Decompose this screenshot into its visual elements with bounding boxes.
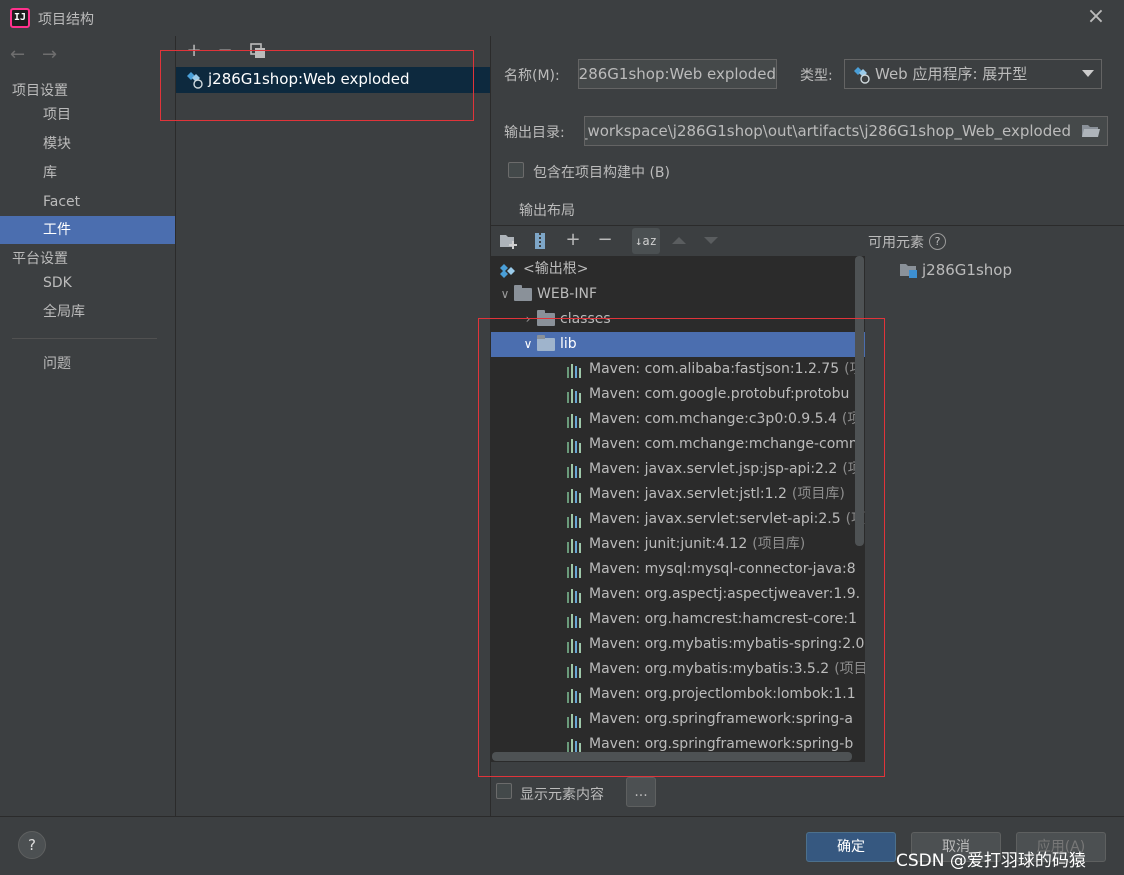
tab-divider — [491, 225, 1124, 226]
highlight-box-artifact — [160, 50, 474, 121]
archive-icon[interactable] — [533, 232, 547, 250]
forward-arrow-icon[interactable]: → — [42, 44, 57, 65]
nav-divider — [12, 338, 157, 339]
folder-icon — [514, 284, 532, 301]
name-input[interactable]: j286G1shop:Web exploded — [578, 59, 777, 89]
ok-button[interactable]: 确定 — [806, 832, 896, 862]
move-up-icon[interactable] — [672, 237, 686, 244]
include-in-build-checkbox[interactable] — [508, 162, 524, 178]
nav-section-platform-settings: 平台设置 — [12, 251, 68, 267]
tree-webinf-label: WEB-INF — [537, 286, 597, 302]
nav-item-global-libraries[interactable]: 全局库 — [0, 298, 175, 326]
chevron-down-icon[interactable] — [1082, 70, 1094, 77]
tree-root-row[interactable]: <输出根> — [491, 257, 865, 282]
nav-item-problems[interactable]: 问题 — [0, 350, 175, 378]
available-elements-label: 可用元素 — [868, 235, 924, 251]
available-module-item[interactable]: j286G1shop — [922, 261, 1012, 279]
output-dir-value: _workspace\j286G1shop\out\artifacts\j286… — [584, 122, 1071, 140]
show-content-checkbox[interactable] — [496, 783, 512, 799]
app-icon: IJ — [10, 8, 30, 28]
module-folder-icon — [900, 262, 918, 278]
output-dir-input[interactable]: _workspace\j286G1shop\out\artifacts\j286… — [584, 116, 1108, 146]
watermark: CSDN @爱打羽球的码猿 — [896, 851, 1086, 871]
nav-item-modules[interactable]: 模块 — [0, 130, 175, 158]
ellipsis-button[interactable]: ... — [626, 777, 656, 807]
highlight-box-lib — [478, 318, 885, 777]
back-arrow-icon[interactable]: ← — [10, 44, 25, 65]
name-label: 名称(M): — [504, 68, 560, 84]
show-content-label: 显示元素内容 — [520, 787, 604, 803]
type-select[interactable]: Web 应用程序: 展开型 — [844, 59, 1102, 89]
web-type-icon — [853, 66, 871, 84]
include-in-build-label: 包含在项目构建中 (B) — [533, 165, 670, 181]
close-icon[interactable]: × — [1084, 4, 1108, 30]
help-circle-icon[interactable]: ? — [929, 233, 946, 250]
nav-section-project-settings: 项目设置 — [12, 83, 68, 99]
title-bar — [0, 0, 1124, 36]
chevron-down-icon[interactable]: ∨ — [496, 282, 514, 307]
tree-root-label: <输出根> — [523, 261, 589, 277]
nav-item-project[interactable]: 项目 — [0, 101, 175, 129]
nav-item-artifacts[interactable]: 工件 — [0, 216, 175, 244]
tab-output-layout[interactable]: 输出布局 — [519, 200, 575, 220]
tree-webinf-row[interactable]: ∨ WEB-INF — [491, 282, 865, 307]
nav-item-libraries[interactable]: 库 — [0, 159, 175, 187]
add-element-icon[interactable]: + — [562, 229, 584, 250]
output-dir-label: 输出目录: — [504, 125, 565, 141]
help-button[interactable]: ? — [18, 831, 46, 859]
nav-item-sdk[interactable]: SDK — [0, 269, 175, 297]
type-label: 类型: — [800, 68, 833, 84]
nav-item-facet[interactable]: Facet — [0, 188, 175, 216]
output-root-icon — [499, 262, 517, 278]
folder-browse-icon[interactable] — [1081, 122, 1101, 140]
artifact-list-panel — [176, 36, 491, 816]
move-down-icon[interactable] — [704, 237, 718, 244]
new-folder-icon[interactable] — [499, 233, 519, 249]
window-title: 项目结构 — [38, 12, 94, 28]
sort-az-icon[interactable]: ↓az — [632, 228, 660, 254]
remove-element-icon[interactable]: − — [594, 229, 616, 250]
type-select-value: Web 应用程序: 展开型 — [875, 65, 1028, 83]
